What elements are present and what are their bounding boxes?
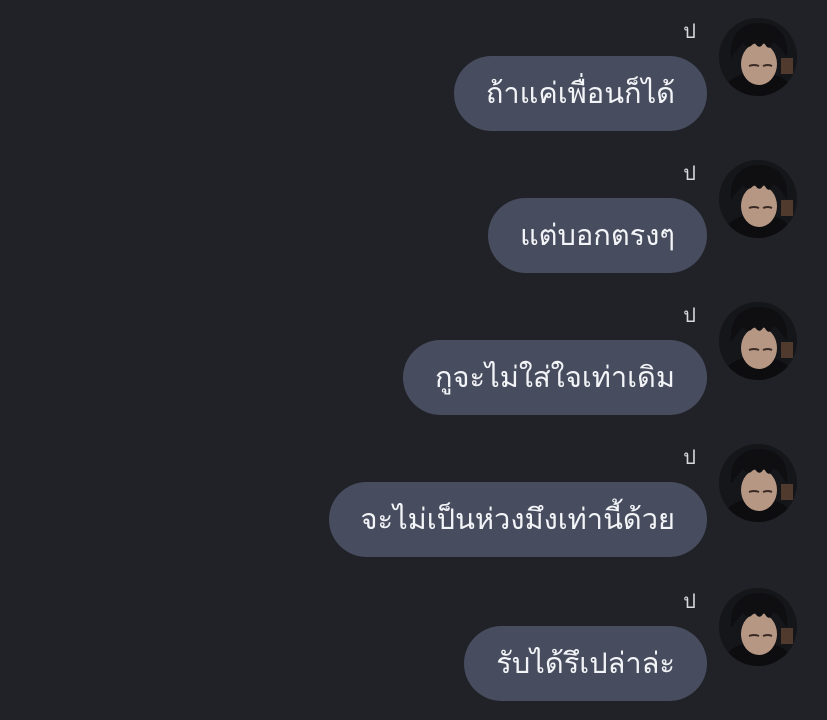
message-group: ป กูจะไม่ใส่ใจเท่าเดิม [0,302,827,432]
message-group: ป รับได้รึเปล่าล่ะ [0,588,827,718]
avatar[interactable] [719,18,797,96]
message-bubble[interactable]: กูจะไม่ใส่ใจเท่าเดิม [402,340,707,415]
message-bubble[interactable]: แต่บอกตรงๆ [487,198,707,273]
message-group: ป จะไม่เป็นห่วงมึงเท่านี้ด้วย [0,444,827,574]
avatar-icon [719,18,797,96]
sender-name: ป [683,445,696,469]
message-group: ป แต่บอกตรงๆ [0,160,827,290]
avatar[interactable] [719,160,797,238]
sender-name: ป [683,19,696,43]
sender-name: ป [683,589,696,613]
message-bubble[interactable]: ถ้าแค่เพื่อนก็ได้ [453,56,707,131]
avatar[interactable] [719,444,797,522]
avatar[interactable] [719,302,797,380]
avatar-icon [719,160,797,238]
avatar-icon [719,302,797,380]
chat-thread: ป ถ้าแค่เพื่อนก็ได้ ป แต่บอกตรงๆ ป กูจะไ… [0,0,827,720]
avatar-icon [719,444,797,522]
avatar[interactable] [719,588,797,666]
message-bubble[interactable]: จะไม่เป็นห่วงมึงเท่านี้ด้วย [328,482,707,557]
sender-name: ป [683,303,696,327]
sender-name: ป [683,161,696,185]
message-group: ป ถ้าแค่เพื่อนก็ได้ [0,18,827,148]
message-bubble[interactable]: รับได้รึเปล่าล่ะ [464,626,707,701]
avatar-icon [719,588,797,666]
